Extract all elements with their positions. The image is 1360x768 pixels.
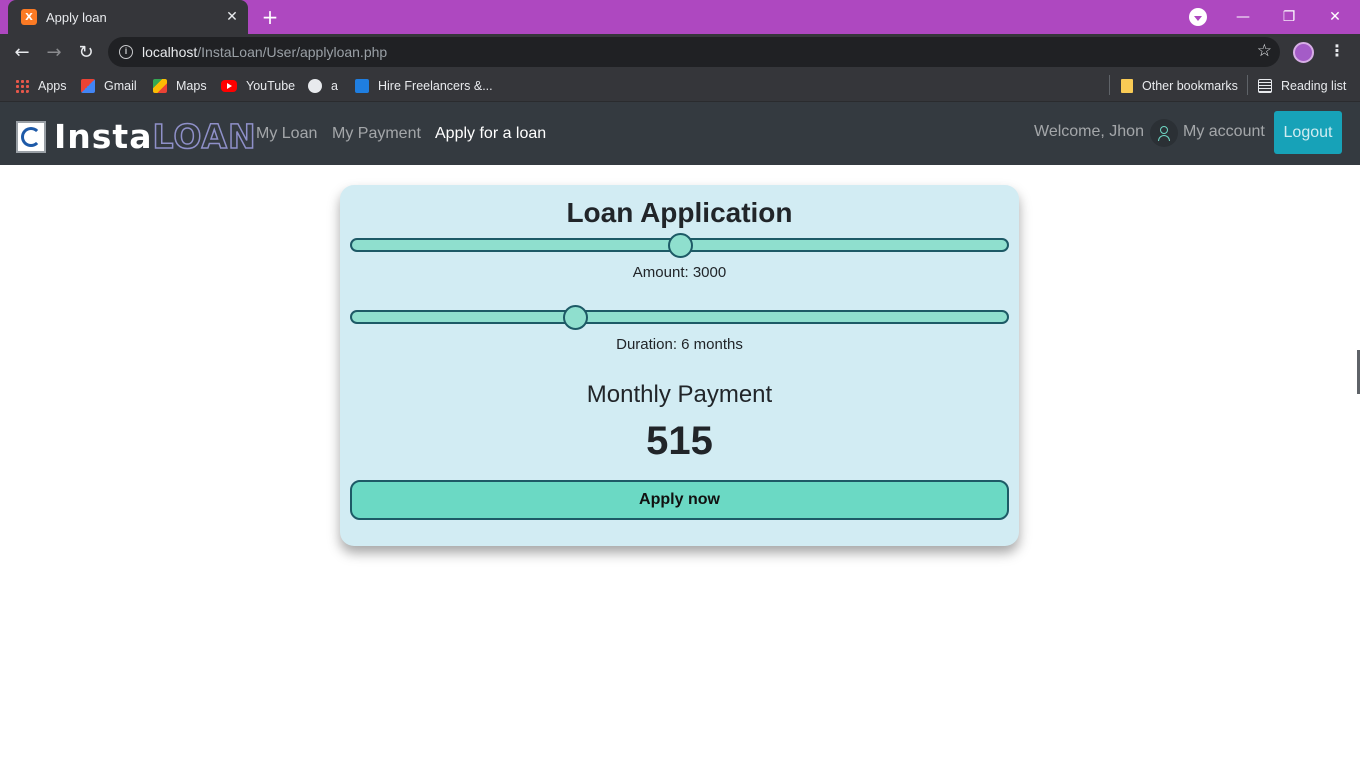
- address-bar[interactable]: i localhost/InstaLoan/User/applyloan.php…: [108, 37, 1280, 67]
- xampp-icon: X: [21, 9, 37, 25]
- bookmark-divider: [1109, 75, 1110, 95]
- bookmark-youtube[interactable]: YouTube: [221, 77, 295, 95]
- tab-search-icon[interactable]: [1189, 8, 1207, 26]
- duration-label: Duration: 6 months: [616, 336, 743, 353]
- back-icon[interactable]: ←: [8, 38, 36, 66]
- site-info-icon[interactable]: i: [119, 45, 133, 59]
- brand-name: InstaLOAN: [54, 116, 257, 157]
- browser-menu-icon[interactable]: ⋮: [1329, 41, 1345, 60]
- brand-logo-link[interactable]: InstaLOAN: [16, 116, 257, 157]
- minimize-icon[interactable]: —: [1220, 0, 1266, 34]
- other-bookmarks[interactable]: Other bookmarks: [1121, 77, 1238, 95]
- reading-list-icon: [1258, 79, 1272, 93]
- bookmark-divider: [1247, 75, 1248, 95]
- bookmark-star-icon[interactable]: ☆: [1257, 41, 1272, 61]
- loan-application-card: Loan Application Amount: 3000 Duration: …: [340, 185, 1019, 546]
- nav-apply-loan[interactable]: Apply for a loan: [435, 125, 546, 143]
- maps-icon: [153, 79, 167, 93]
- site-navbar: InstaLOAN My Loan My Payment Apply for a…: [0, 102, 1360, 165]
- amount-slider[interactable]: [350, 233, 1009, 258]
- reload-icon[interactable]: ↻: [72, 38, 100, 66]
- brand-logo-icon: [16, 120, 46, 153]
- nav-my-loan[interactable]: My Loan: [256, 125, 317, 143]
- reading-list[interactable]: Reading list: [1258, 77, 1346, 95]
- gmail-icon: [81, 79, 95, 93]
- duration-slider[interactable]: [350, 305, 1009, 330]
- amount-slider-thumb[interactable]: [667, 233, 693, 258]
- amount-label: Amount: 3000: [632, 264, 727, 281]
- bookmark-gmail[interactable]: Gmail: [81, 77, 137, 95]
- my-account-link[interactable]: My account: [1183, 123, 1265, 141]
- browser-toolbar: ← → ↻ i localhost/InstaLoan/User/applylo…: [0, 34, 1360, 70]
- browser-tab[interactable]: X Apply loan ✕: [8, 0, 248, 34]
- logout-button[interactable]: Logout: [1274, 111, 1342, 154]
- profile-avatar-icon[interactable]: [1293, 42, 1314, 63]
- folder-icon: [1121, 79, 1133, 93]
- youtube-icon: [221, 80, 237, 92]
- new-tab-icon[interactable]: +: [258, 6, 282, 28]
- nav-my-payment[interactable]: My Payment: [332, 125, 421, 143]
- browser-titlebar: X Apply loan ✕ + — ❐ ✕: [0, 0, 1360, 34]
- globe-icon: [308, 79, 322, 93]
- duration-slider-thumb[interactable]: [562, 305, 588, 330]
- bookmark-apps[interactable]: Apps: [15, 77, 67, 95]
- restore-icon[interactable]: ❐: [1266, 0, 1312, 34]
- forward-icon[interactable]: →: [40, 38, 68, 66]
- bookmark-maps[interactable]: Maps: [153, 77, 207, 95]
- url-text[interactable]: localhost/InstaLoan/User/applyloan.php: [142, 44, 387, 60]
- welcome-text: Welcome, Jhon: [1034, 123, 1144, 140]
- user-icon[interactable]: [1150, 119, 1178, 147]
- close-window-icon[interactable]: ✕: [1312, 0, 1358, 34]
- freelancer-icon: [355, 79, 369, 93]
- close-tab-icon[interactable]: ✕: [222, 7, 242, 27]
- apply-now-button[interactable]: Apply now: [350, 480, 1009, 520]
- bookmark-freelancer[interactable]: Hire Freelancers &...: [355, 77, 493, 95]
- apps-icon: [15, 79, 29, 93]
- bookmarks-bar: Apps Gmail Maps YouTube a Hire Freelance…: [0, 70, 1360, 102]
- tab-title: Apply loan: [46, 9, 107, 25]
- card-title: Loan Application: [566, 197, 793, 228]
- monthly-payment-title: Monthly Payment: [586, 381, 773, 408]
- bookmark-a[interactable]: a: [308, 77, 338, 95]
- monthly-payment-value: 515: [646, 419, 713, 463]
